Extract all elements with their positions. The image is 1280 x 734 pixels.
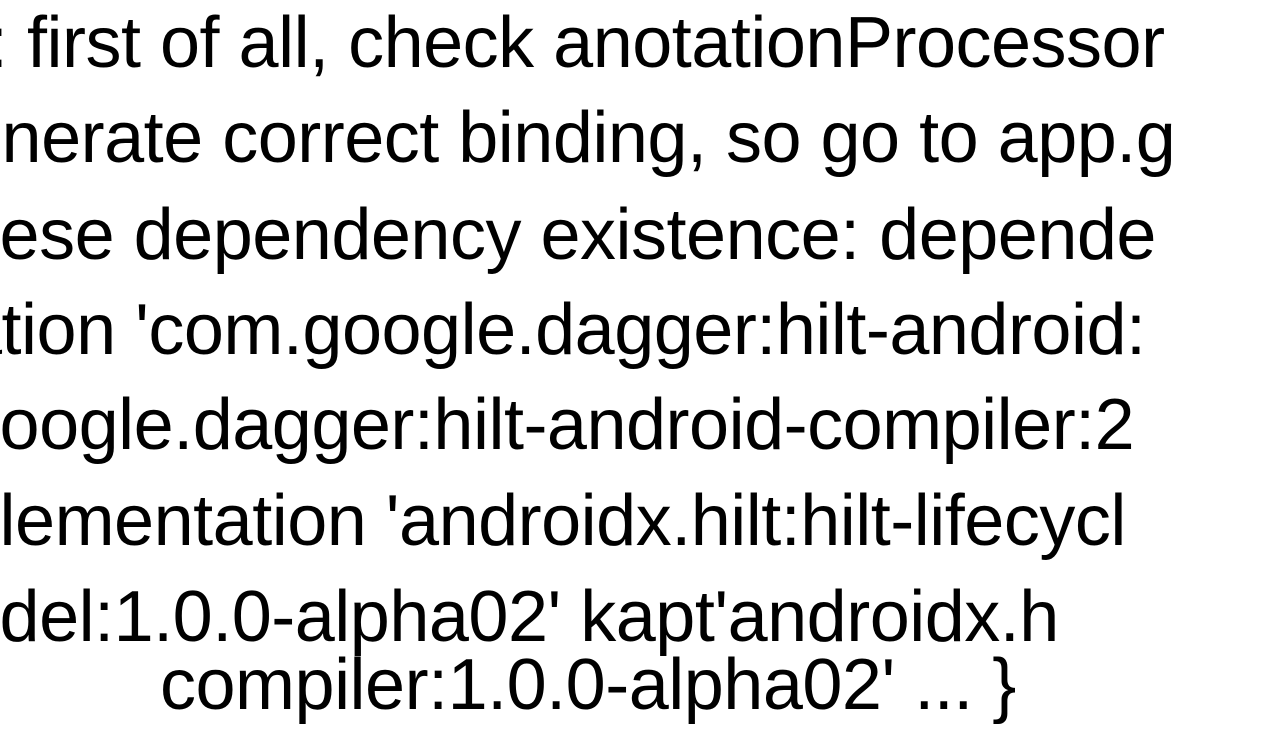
text-line-5: google.dagger:hilt-android-compiler:2 xyxy=(0,378,1134,474)
text-line-6: plementation 'androidx.hilt:hilt-lifecyc… xyxy=(0,474,1126,570)
text-line-3: hese dependency existence: depende xyxy=(0,188,1156,284)
text-line-4: ation 'com.google.dagger:hilt-android: xyxy=(0,283,1146,379)
text-line-8: compiler:1.0.0-alpha02' ... } xyxy=(160,638,1016,734)
text-line-2: enerate correct binding, so go to app.g xyxy=(0,91,1175,187)
text-line-1: : first of all, check anotationProcessor xyxy=(0,0,1165,92)
